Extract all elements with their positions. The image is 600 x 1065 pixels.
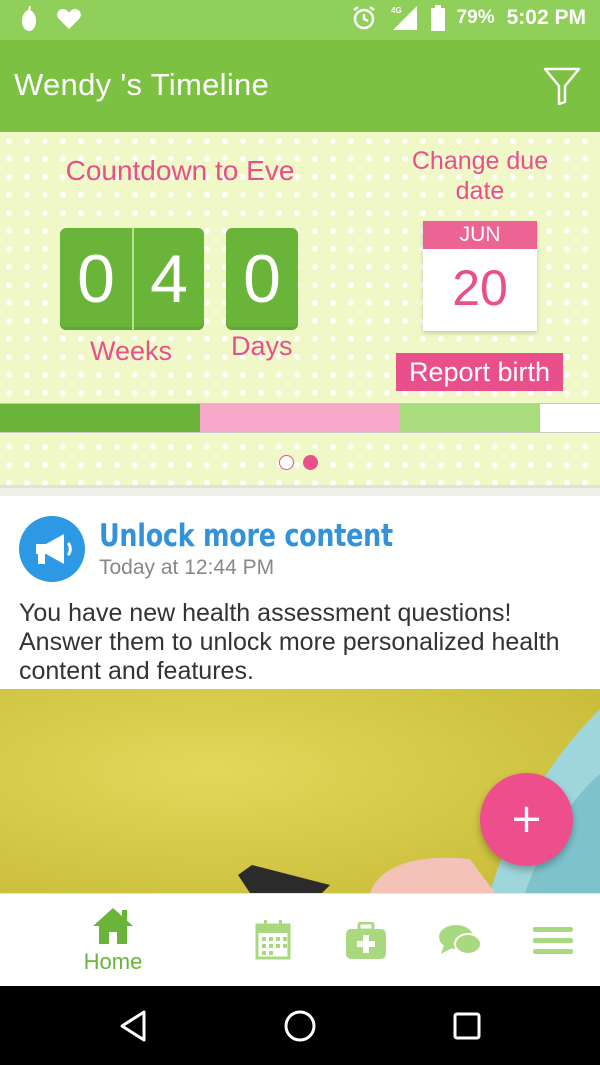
progress-segment [539, 404, 600, 432]
weeks-digit: 4 [132, 228, 204, 330]
battery-icon [430, 5, 445, 31]
countdown-title: Countdown to Eve [65, 155, 295, 186]
weeks-digit: 0 [77, 241, 115, 317]
add-button[interactable]: + [480, 773, 573, 866]
nav-menu[interactable] [503, 894, 600, 987]
report-birth-button[interactable]: Report birth [396, 353, 563, 391]
filter-icon [542, 67, 582, 112]
card-title[interactable]: Unlock more content [99, 518, 393, 554]
app-bar: Wendy 's Timeline [0, 40, 600, 132]
back-button[interactable] [114, 1006, 154, 1046]
back-triangle-icon [114, 1010, 154, 1050]
days-counter: 0 [226, 228, 298, 330]
system-nav-bar [0, 986, 600, 1065]
bottom-nav: Home [0, 893, 600, 986]
weeks-label: Weeks [90, 336, 173, 366]
clock: 5:02 PM [506, 6, 586, 29]
nav-home[interactable]: Home [63, 894, 163, 987]
home-system-button[interactable] [280, 1006, 320, 1046]
card-timestamp: Today at 12:44 PM [99, 556, 275, 579]
days-label: Days [231, 331, 293, 361]
progress-segment [399, 404, 540, 432]
recent-apps-button[interactable] [447, 1006, 487, 1046]
signal-icon: 4G [389, 4, 419, 32]
nav-chat[interactable] [410, 894, 510, 987]
nav-health[interactable] [316, 894, 416, 987]
progress-segment [0, 404, 200, 432]
countdown-panel: Countdown to Eve 0 4 0 Weeks Days Change… [0, 132, 600, 488]
change-due-date-link[interactable]: Change due date [410, 146, 550, 206]
page-dot[interactable] [279, 455, 294, 470]
due-date-day: 20 [452, 260, 508, 316]
weeks-counter: 0 4 [60, 228, 204, 330]
page-dot-active[interactable] [303, 455, 318, 470]
status-bar: 4G 79% 5:02 PM [0, 0, 600, 40]
pregnancy-progress-bar [0, 403, 600, 433]
alarm-icon [351, 5, 377, 31]
filter-button[interactable] [542, 64, 582, 108]
heart-notification-icon [56, 8, 82, 30]
due-date-month: JUN [423, 221, 537, 249]
square-icon [447, 1012, 487, 1050]
nav-calendar[interactable] [223, 894, 323, 987]
card-body: You have new health assessment questions… [19, 599, 560, 685]
avatar [19, 516, 85, 582]
page-title: Wendy 's Timeline [14, 67, 270, 102]
nav-home-label: Home [83, 949, 143, 974]
days-digit: 0 [243, 241, 281, 317]
page-indicator [279, 455, 318, 470]
home-circle-icon [280, 1010, 320, 1050]
pear-notification-icon [18, 6, 40, 32]
megaphone-icon [19, 534, 85, 586]
svg-text:4G: 4G [391, 6, 402, 15]
progress-segment [199, 404, 400, 432]
due-date-card[interactable]: JUN 20 [423, 221, 537, 331]
battery-percent: 79% [456, 7, 495, 28]
